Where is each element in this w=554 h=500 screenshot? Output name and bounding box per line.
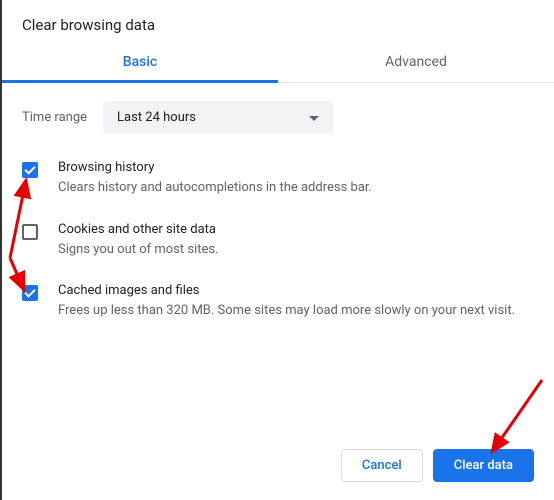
option-text: Cookies and other site data Signs you ou… bbox=[58, 222, 534, 260]
option-cache: Cached images and files Frees up less th… bbox=[22, 283, 534, 321]
cancel-button-label: Cancel bbox=[362, 458, 402, 473]
clear-browsing-data-dialog: Clear browsing data Basic Advanced Time … bbox=[2, 0, 554, 321]
time-range-label: Time range bbox=[22, 110, 87, 125]
option-cookies: Cookies and other site data Signs you ou… bbox=[22, 222, 534, 260]
option-text: Browsing history Clears history and auto… bbox=[58, 160, 534, 198]
time-range-select[interactable]: Last 24 hours bbox=[103, 101, 333, 134]
option-text: Cached images and files Frees up less th… bbox=[58, 283, 534, 321]
time-range-value: Last 24 hours bbox=[117, 110, 196, 125]
option-desc: Frees up less than 320 MB. Some sites ma… bbox=[58, 301, 534, 321]
chevron-down-icon bbox=[309, 110, 319, 125]
tab-basic[interactable]: Basic bbox=[2, 44, 278, 82]
option-title: Browsing history bbox=[58, 160, 534, 175]
checkbox-cookies[interactable] bbox=[22, 224, 38, 240]
tab-advanced[interactable]: Advanced bbox=[278, 44, 554, 82]
tab-basic-label: Basic bbox=[123, 54, 157, 70]
time-range-row: Time range Last 24 hours bbox=[22, 101, 534, 134]
option-browsing-history: Browsing history Clears history and auto… bbox=[22, 160, 534, 198]
dialog-footer: Cancel Clear data bbox=[341, 449, 534, 482]
option-title: Cookies and other site data bbox=[58, 222, 534, 237]
dialog-title: Clear browsing data bbox=[22, 16, 534, 34]
clear-data-button[interactable]: Clear data bbox=[433, 449, 534, 482]
option-title: Cached images and files bbox=[58, 283, 534, 298]
cancel-button[interactable]: Cancel bbox=[341, 449, 423, 482]
checkbox-cache[interactable] bbox=[22, 285, 38, 301]
clear-data-button-label: Clear data bbox=[454, 458, 513, 473]
tabs: Basic Advanced bbox=[2, 44, 554, 83]
option-desc: Signs you out of most sites. bbox=[58, 240, 534, 260]
dialog-header: Clear browsing data bbox=[2, 0, 554, 44]
checkbox-browsing-history[interactable] bbox=[22, 162, 38, 178]
dialog-body: Time range Last 24 hours Browsing histor… bbox=[2, 83, 554, 321]
tab-advanced-label: Advanced bbox=[385, 54, 447, 70]
option-desc: Clears history and autocompletions in th… bbox=[58, 178, 534, 198]
